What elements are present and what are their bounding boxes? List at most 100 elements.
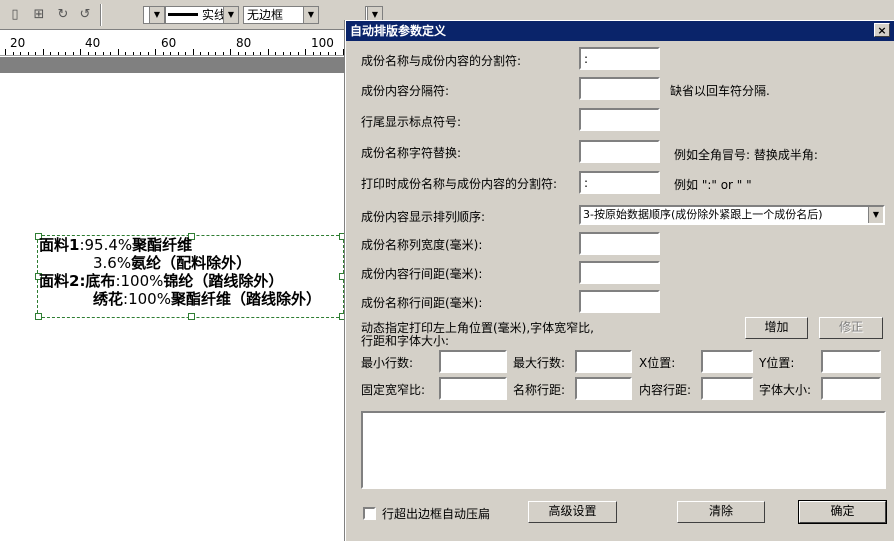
color-dropdown[interactable]: ▼ <box>143 6 165 24</box>
chevron-down-icon: ▼ <box>303 7 318 23</box>
name-content-separator-label: 成份名称与成份内容的分割符: <box>361 54 522 68</box>
name-line-spacing-input[interactable] <box>579 290 660 313</box>
grip-icon[interactable]: ▯ <box>6 6 24 24</box>
ruler-tick <box>65 52 66 55</box>
border-style-dropdown[interactable]: 无边框 ▼ <box>243 6 319 24</box>
name-content-separator-input[interactable]: : <box>579 47 660 70</box>
content-line-spacing-input[interactable] <box>579 261 660 284</box>
content-separator-hint: 缺省以回车符分隔. <box>670 84 770 98</box>
rotate-cw-icon[interactable]: ↻ <box>54 6 72 24</box>
content-order-select[interactable]: 3-按原始数据顺序(成份除外紧跟上一个成份名后) ▼ <box>579 205 885 225</box>
percentage: :100% <box>115 272 164 290</box>
composition-line-2: 3.6%氨纶（配料除外） <box>93 254 251 272</box>
min-rows-label: 最小行数: <box>361 356 414 370</box>
ruler-tick <box>312 52 314 55</box>
ruler-label: 100 <box>311 36 334 50</box>
x-position-label: X位置: <box>639 356 676 370</box>
ok-button[interactable]: 确定 <box>798 500 887 524</box>
resize-handle[interactable] <box>35 313 42 320</box>
content-line-spacing-label: 成份内容行间距(毫米): <box>361 267 483 281</box>
ruler-tick <box>185 52 186 55</box>
chevron-down-icon: ▼ <box>223 7 238 23</box>
ruler-tick <box>290 52 291 55</box>
grid-icon[interactable]: ⊞ <box>30 6 48 24</box>
dynamic-rules-list[interactable] <box>361 411 886 489</box>
content-spacing-label: 内容行距: <box>639 383 692 397</box>
print-separator-input[interactable]: : <box>579 171 660 194</box>
content-separator-label: 成份内容分隔符: <box>361 84 450 98</box>
add-button[interactable]: 增加 <box>745 317 808 339</box>
part-name: :底布 <box>79 272 116 290</box>
name-char-replace-input[interactable] <box>579 140 660 163</box>
dynamic-heading-2: 行距和字体大小: <box>361 334 450 348</box>
clear-button[interactable]: 清除 <box>677 501 765 523</box>
advanced-settings-button[interactable]: 高级设置 <box>528 501 617 523</box>
close-button[interactable]: × <box>874 23 890 37</box>
y-position-input[interactable] <box>821 350 881 373</box>
name-column-width-input[interactable] <box>579 232 660 255</box>
ruler-tick <box>20 52 21 55</box>
ruler-tick <box>95 52 96 55</box>
ruler-tick <box>327 52 329 55</box>
font-size-input[interactable] <box>821 377 881 400</box>
line-end-punctuation-input[interactable] <box>579 108 660 131</box>
content-spacing-input[interactable] <box>701 377 753 400</box>
fixed-width-ratio-label: 固定宽窄比: <box>361 383 426 397</box>
ruler-tick <box>267 49 269 55</box>
part-name: 绣花 <box>93 290 124 308</box>
ruler-tick <box>42 49 44 55</box>
content-separator-input[interactable] <box>579 77 660 100</box>
rotate-ccw-icon[interactable]: ↺ <box>76 6 94 24</box>
chevron-down-icon: ▼ <box>868 207 883 223</box>
ruler-tick <box>162 52 164 55</box>
ruler-tick <box>297 52 299 55</box>
modify-button[interactable]: 修正 <box>819 317 883 339</box>
ruler-tick <box>230 49 231 55</box>
fixed-width-ratio-input[interactable] <box>439 377 507 400</box>
ruler-tick <box>5 49 6 55</box>
content-order-value: 3-按原始数据顺序(成份除外紧跟上一个成份名后) <box>583 208 823 221</box>
auto-layout-dialog: 自动排版参数定义 × 成份名称与成份内容的分割符: : 成份内容分隔符: 缺省以… <box>345 20 894 541</box>
composition-line-1: 面料1:95.4%聚酯纤维 <box>39 236 192 254</box>
composition-text-box[interactable]: 面料1:95.4%聚酯纤维 3.6%氨纶（配料除外） 面料2:底布:100%锦纶… <box>35 233 346 320</box>
ruler-tick <box>222 52 224 55</box>
fiber-name: 锦纶（踏线除外） <box>163 272 284 290</box>
fiber-name: 氨纶（配料除外） <box>131 254 252 272</box>
font-size-label: 字体大小: <box>759 383 812 397</box>
ruler-tick <box>245 52 246 55</box>
name-column-width-label: 成份名称列宽度(毫米): <box>361 238 483 252</box>
line-sample <box>168 13 198 16</box>
line-style-dropdown[interactable]: 实线 ▼ <box>165 6 239 24</box>
resize-handle[interactable] <box>188 313 195 320</box>
print-separator-hint: 例如 ":" or " " <box>674 178 752 192</box>
material-label: 面料2 <box>39 272 80 290</box>
ruler-tick <box>207 52 209 55</box>
auto-compress-checkbox[interactable] <box>363 507 376 520</box>
y-position-label: Y位置: <box>759 356 795 370</box>
ruler-tick <box>252 52 254 55</box>
max-rows-label: 最大行数: <box>513 356 566 370</box>
ruler-tick <box>117 49 119 55</box>
max-rows-input[interactable] <box>575 350 632 373</box>
ruler-label: 60 <box>161 36 177 50</box>
ruler-tick <box>50 52 51 55</box>
percentage: :95.4% <box>79 236 133 254</box>
fiber-name: 聚酯纤维 <box>132 236 193 254</box>
name-char-replace-label: 成份名称字符替换: <box>361 146 462 160</box>
ruler-tick <box>125 52 126 55</box>
ruler-tick <box>87 52 89 55</box>
name-spacing-input[interactable] <box>575 377 632 400</box>
min-rows-input[interactable] <box>439 350 507 373</box>
ruler-tick <box>132 52 134 55</box>
dialog-titlebar[interactable]: 自动排版参数定义 × <box>346 21 894 41</box>
line-end-punctuation-label: 行尾显示标点符号: <box>361 115 462 129</box>
ruler-tick <box>35 52 36 55</box>
composition-line-3: 面料2:底布:100%锦纶（踏线除外） <box>39 272 283 290</box>
x-position-input[interactable] <box>701 350 753 373</box>
toolbar-separator <box>100 4 102 26</box>
auto-compress-label[interactable]: 行超出边框自动压扁 <box>382 505 490 522</box>
ruler-tick <box>192 49 194 55</box>
ruler-tick <box>200 52 201 55</box>
ruler-tick <box>170 52 171 55</box>
ruler-tick <box>320 52 321 55</box>
